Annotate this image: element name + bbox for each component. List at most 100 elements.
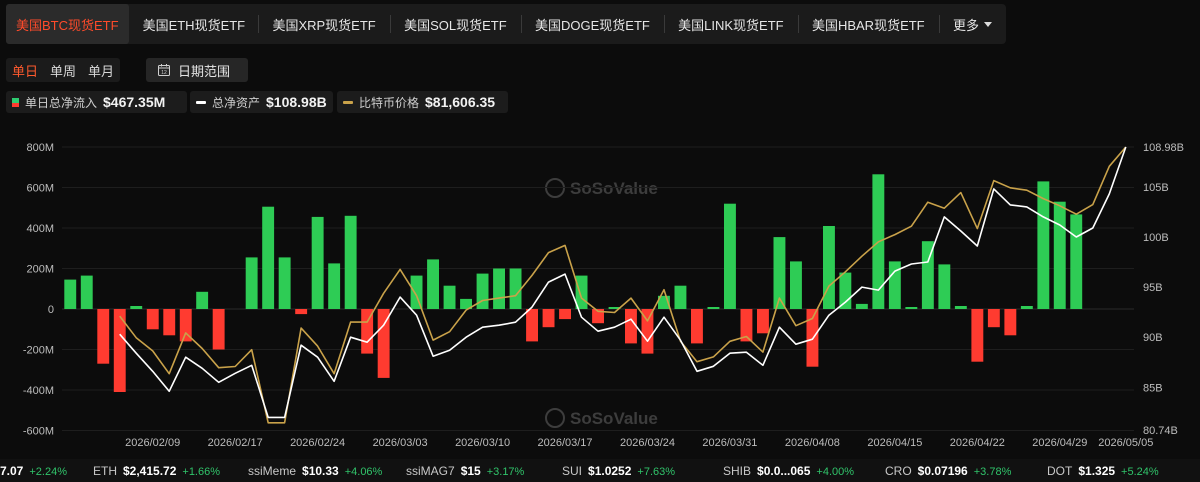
inflow-bar [64, 279, 77, 309]
inflow-bar [344, 215, 357, 309]
tab-doge-spot-etf[interactable]: 美国DOGE现货ETF [521, 4, 664, 44]
legend-value: $108.98B [266, 94, 327, 110]
left-tick-label: 0 [48, 304, 54, 316]
legend-daily-net-inflow[interactable]: 单日总净流入 $467.35M [6, 91, 187, 113]
ticker-price: $1.0252 [588, 464, 632, 478]
inflow-bar [443, 285, 456, 309]
left-tick-label: 600M [26, 183, 54, 195]
legend-bitcoin-price[interactable]: 比特币价格 $81,606.35 [337, 91, 508, 113]
ticker-item[interactable]: CRO $0.07196 +3.78% [885, 464, 1011, 478]
right-tick-label: 108.98B [1143, 142, 1184, 154]
etf-tab-bar: 美国BTC现货ETF 美国ETH现货ETF 美国XRP现货ETF 美国SOL现货… [6, 4, 1006, 44]
calendar-icon: 12 [158, 64, 170, 76]
inflow-bar [97, 309, 110, 364]
ticker-price: $0.0...065 [757, 464, 811, 478]
ticker-name: ETH [93, 464, 117, 478]
inflow-bar [427, 259, 439, 309]
ticker-change: +4.06% [344, 466, 383, 478]
ticker-change: +3.78% [973, 466, 1012, 478]
date-range-button[interactable]: 12 日期范围 [146, 58, 248, 82]
chevron-down-icon [983, 22, 992, 27]
more-dropdown[interactable]: 更多 [939, 4, 1006, 44]
tab-label: 美国SOL现货ETF [404, 17, 507, 33]
price-ticker: 7.07 +2.24% ETH $2,415.72 +1.66% ssiMeme $10… [0, 459, 1200, 482]
left-tick-label: -400M [23, 385, 54, 397]
x-tick-label: 2026/03/10 [455, 437, 510, 449]
inflow-bar [245, 257, 258, 309]
tab-xrp-spot-etf[interactable]: 美国XRP现货ETF [258, 4, 389, 44]
tab-sol-spot-etf[interactable]: 美国SOL现货ETF [390, 4, 521, 44]
inflow-bar [971, 309, 984, 362]
x-tick-label: 2026/02/17 [208, 437, 263, 449]
tab-btc-spot-etf[interactable]: 美国BTC现货ETF [6, 4, 129, 44]
ticker-item[interactable]: 7.07 +2.24% [0, 464, 67, 478]
tab-eth-spot-etf[interactable]: 美国ETH现货ETF [129, 4, 259, 44]
legend-label: 比特币价格 [359, 95, 420, 110]
ticker-price: $15 [460, 464, 481, 478]
period-weekly-button[interactable]: 单周 [44, 58, 82, 82]
svg-text:12: 12 [161, 70, 167, 76]
tab-link-spot-etf[interactable]: 美国LINK现货ETF [664, 4, 797, 44]
ticker-item[interactable]: DOT $1.325 +5.24% [1047, 464, 1159, 478]
period-monthly-button[interactable]: 单月 [82, 58, 120, 82]
inflow-bar [493, 268, 505, 309]
inflow-bar [196, 291, 209, 309]
inflow-bar [80, 275, 93, 309]
x-tick-label: 2026/04/29 [1032, 437, 1087, 449]
ticker-name: SUI [562, 464, 583, 478]
inflow-bar [987, 309, 1000, 328]
inflow-bar [691, 309, 703, 344]
ticker-change: +1.66% [182, 466, 221, 478]
inflow-bar [212, 309, 225, 350]
inflow-bar [707, 307, 720, 309]
ticker-item[interactable]: ssiMAG7 $15 +3.17% [406, 464, 524, 478]
tab-label: 美国ETH现货ETF [142, 17, 246, 33]
inflow-bar [757, 309, 769, 334]
x-tick-label: 2026/04/22 [950, 437, 1005, 449]
tab-label: 美国BTC现货ETF [16, 17, 119, 33]
legend-value: $467.35M [103, 94, 166, 110]
watermark-top: SoSoValue [545, 178, 658, 198]
inflow-bar [938, 264, 951, 309]
ticker-price: $2,415.72 [123, 464, 177, 478]
legend-total-net-assets[interactable]: 总净资产 $108.98B [190, 91, 333, 113]
left-tick-label: 400M [26, 223, 54, 235]
x-tick-label: 2026/02/24 [290, 437, 345, 449]
x-tick-label: 2026/03/17 [537, 437, 592, 449]
left-axis: 800M 600M 400M 200M 0 -200M -400M -600M [23, 142, 54, 438]
inflow-bar [146, 309, 159, 330]
inflow-bar [954, 306, 967, 309]
x-tick-label: 2026/05/05 [1098, 437, 1153, 449]
inflow-bar [559, 309, 571, 320]
inflow-bar [823, 226, 835, 309]
ticker-item[interactable]: SUI $1.0252 +7.63% [562, 464, 675, 478]
inflow-bar [526, 309, 538, 342]
period-daily-button[interactable]: 单日 [6, 58, 44, 82]
ticker-item[interactable]: ssiMeme $10.33 +4.06% [248, 464, 382, 478]
legend-label: 总净资产 [212, 95, 261, 110]
x-axis: 2026/02/09 2026/02/17 2026/02/24 2026/03/03… [125, 437, 1153, 449]
watermark-bottom: SoSoValue [545, 408, 658, 428]
ticker-item[interactable]: SHIB $0.0...065 +4.00% [723, 464, 854, 478]
etf-flow-chart[interactable]: SoSoValue SoSoValue 800M 600M 400M 200M 0 -20… [0, 128, 1200, 450]
ticker-change: +2.24% [29, 466, 67, 478]
right-tick-label: 80.74B [1143, 425, 1178, 437]
legend-value: $81,606.35 [425, 94, 496, 110]
inflow-bar [262, 206, 275, 309]
ticker-item[interactable]: ETH $2,415.72 +1.66% [93, 464, 220, 478]
ticker-name: ssiMAG7 [406, 464, 455, 478]
more-label: 更多 [952, 17, 979, 33]
x-tick-label: 2026/03/31 [702, 437, 757, 449]
x-tick-label: 2026/03/03 [373, 437, 428, 449]
inflow-bar [855, 303, 868, 309]
period-selector: 单日 单周 单月 [6, 58, 120, 82]
inflow-bar [278, 257, 291, 309]
right-tick-label: 95B [1143, 282, 1163, 294]
tab-label: 美国DOGE现货ETF [534, 17, 650, 33]
ticker-change: +4.00% [816, 466, 855, 478]
inflow-bar [1053, 201, 1066, 309]
tab-hbar-spot-etf[interactable]: 美国HBAR现货ETF [798, 4, 939, 44]
inflow-bar [1004, 309, 1017, 336]
ticker-price: $1.325 [1078, 464, 1116, 478]
tab-label: 美国LINK现货ETF [678, 17, 784, 33]
